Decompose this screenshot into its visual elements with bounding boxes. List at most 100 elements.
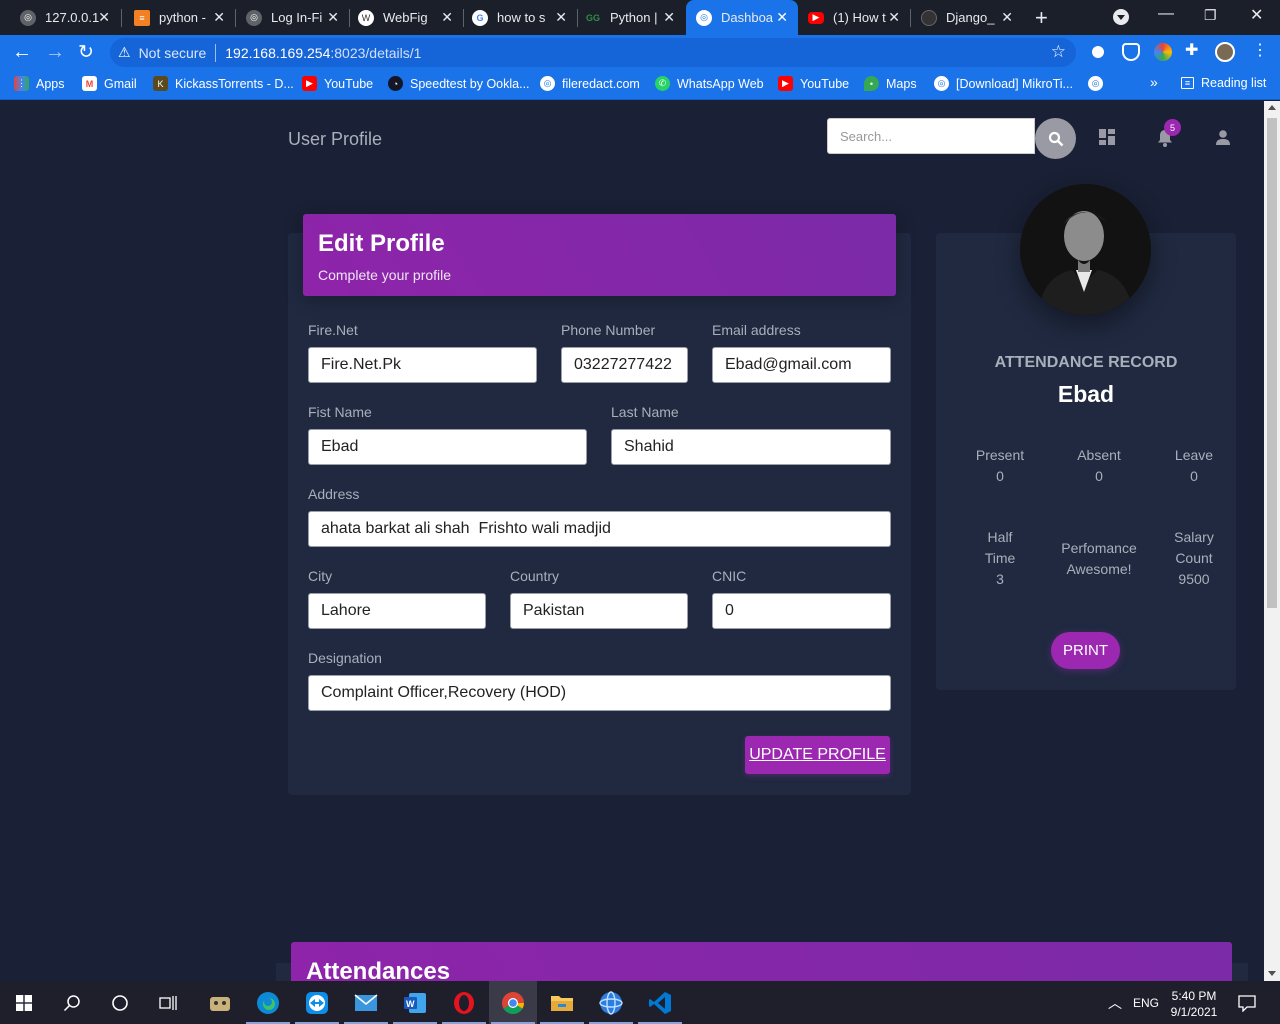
taskbar-app-mail[interactable] [342,981,390,1024]
input-language[interactable]: ENG [1133,981,1159,1024]
city-field[interactable]: Lahore [308,593,486,629]
minimize-icon[interactable]: — [1158,5,1174,23]
browser-tab-active[interactable]: ◎ Dashboa ✕ [686,0,798,35]
profile-photo-icon [1020,184,1151,315]
new-tab-icon[interactable]: + [1035,5,1048,31]
restore-icon[interactable]: ❐ [1204,7,1217,24]
scrollbar-thumb[interactable] [1267,118,1277,608]
taskbar-app-opera[interactable] [440,981,488,1024]
taskbar-app-explorer[interactable] [538,981,586,1024]
menu-kebab-icon[interactable]: ⋮ [1252,40,1270,59]
close-tab-icon[interactable]: ✕ [441,9,453,26]
bookmark-fileredact[interactable]: ◎ fileredact.com [540,76,640,91]
system-clock[interactable]: 5:40 PM 9/1/2021 [1163,988,1225,1020]
phone-field[interactable]: 03227277422 [561,347,688,383]
browser-tab[interactable]: GG Python | ✕ [578,0,685,35]
reading-list-label: Reading list [1201,76,1267,90]
taskbar-app-chrome[interactable] [489,981,537,1024]
tab-title: how to s [497,10,546,25]
cnic-field[interactable]: 0 [712,593,891,629]
bookmark-kickass[interactable]: K KickassTorrents - D... [153,76,294,91]
country-field[interactable]: Pakistan [510,593,688,629]
extension-icon[interactable] [1089,43,1107,61]
tray-overflow-icon[interactable]: ︿ [1108,981,1122,1024]
taskbar-app-globe[interactable] [587,981,635,1024]
bookmark-star-icon[interactable]: ☆ [1051,42,1066,62]
print-button[interactable]: PRINT [1051,632,1120,669]
vscode-icon [649,991,671,1014]
user-account-icon[interactable] [1215,129,1231,150]
close-tab-icon[interactable]: ✕ [555,9,567,26]
update-profile-button[interactable]: UPDATE PROFILE [745,736,890,774]
address-bar[interactable]: ⚠ Not secure 192.168.169.254:8023/detail… [110,38,1076,67]
taskbar-app-teamviewer[interactable] [293,981,341,1024]
bookmark-youtube-2[interactable]: ▶ YouTube [778,76,849,91]
bookmark-unnamed[interactable]: ◎ [1088,76,1110,91]
close-tab-icon[interactable]: ✕ [213,9,225,26]
shield-extension-icon[interactable] [1122,43,1140,61]
file-explorer-icon [551,995,573,1011]
bookmark-maps[interactable]: • Maps [864,76,917,91]
bookmark-mikrotik[interactable]: ◎ [Download] MikroTi... [934,76,1073,91]
dashboard-icon[interactable] [1099,129,1115,150]
scroll-up-icon[interactable] [1268,105,1276,110]
close-tab-icon[interactable]: ✕ [888,9,900,26]
browser-tab[interactable]: Django_ ✕ [911,0,1023,35]
close-tab-icon[interactable]: ✕ [663,9,675,26]
task-view-button[interactable] [144,981,192,1024]
start-button[interactable] [0,981,48,1024]
taskbar-app-edge[interactable] [244,981,292,1024]
phone-label: Phone Number [561,322,656,338]
page-title[interactable]: User Profile [288,129,382,150]
bookmark-label: Gmail [104,76,137,91]
reload-icon[interactable]: ↻ [78,41,94,64]
close-window-icon[interactable]: ✕ [1250,5,1263,25]
bookmarks-overflow[interactable]: » [1150,74,1158,90]
profile-avatar-icon[interactable] [1215,42,1235,62]
close-tab-icon[interactable]: ✕ [98,9,110,26]
search-input[interactable]: Search... [827,118,1035,154]
address-field[interactable]: ahata barkat ali shah Frishto wali madji… [308,511,891,547]
close-tab-icon[interactable]: ✕ [327,9,339,26]
taskbar-app-vscode[interactable] [636,981,684,1024]
search-button[interactable] [1035,118,1076,159]
browser-tab[interactable]: W WebFig ✕ [350,0,463,35]
globe-icon: ◎ [696,9,712,26]
notifications-center-icon[interactable] [1238,981,1256,1024]
bookmark-gmail[interactable]: M Gmail [82,76,137,91]
designation-field[interactable]: Complaint Officer,Recovery (HOD) [308,675,891,711]
email-field[interactable]: Ebad@gmail.com [712,347,891,383]
browser-tab[interactable]: ◎ 127.0.0.1 ✕ [0,0,120,35]
forward-icon[interactable]: → [45,41,65,64]
bookmark-apps[interactable]: ⋮ Apps [14,76,65,91]
close-tab-icon[interactable]: ✕ [776,9,788,26]
kickass-icon: K [153,76,168,91]
stat-present: Present 0 [960,445,1040,487]
scroll-down-icon[interactable] [1268,971,1276,976]
color-extension-icon[interactable] [1154,43,1172,61]
tab-search-icon[interactable] [1113,9,1129,25]
browser-tab[interactable]: ▶ (1) How t ✕ [798,0,910,35]
browser-tab[interactable]: G how to s ✕ [464,0,577,35]
stackoverflow-icon: ≡ [134,9,150,26]
last-name-field[interactable]: Shahid [611,429,891,465]
puzzle-extensions-icon[interactable]: ✚ [1185,40,1203,59]
browser-tab[interactable]: ≡ python - ✕ [122,0,235,35]
taskbar-search-button[interactable] [48,981,96,1024]
browser-toolbar: ← → ↻ ⚠ Not secure 192.168.169.254:8023/… [0,35,1280,70]
bookmark-youtube[interactable]: ▶ YouTube [302,76,373,91]
browser-tab[interactable]: ◎ Log In-Fi ✕ [236,0,349,35]
cortana-button[interactable] [96,981,144,1024]
reading-list[interactable]: ≡ Reading list [1181,76,1266,90]
taskbar-app-word[interactable]: W [391,981,439,1024]
cnic-label: CNIC [712,568,747,584]
bookmark-speedtest[interactable]: ◔ Speedtest by Ookla... [388,76,530,91]
close-tab-icon[interactable]: ✕ [1001,9,1013,26]
back-icon[interactable]: ← [12,41,32,64]
taskbar-app[interactable] [196,981,244,1024]
bookmark-whatsapp[interactable]: ✆ WhatsApp Web [655,76,764,91]
page-scrollbar[interactable] [1264,101,1280,981]
company-field[interactable]: Fire.Net.Pk [308,347,537,383]
gmail-icon: M [82,76,97,91]
first-name-field[interactable]: Ebad [308,429,587,465]
